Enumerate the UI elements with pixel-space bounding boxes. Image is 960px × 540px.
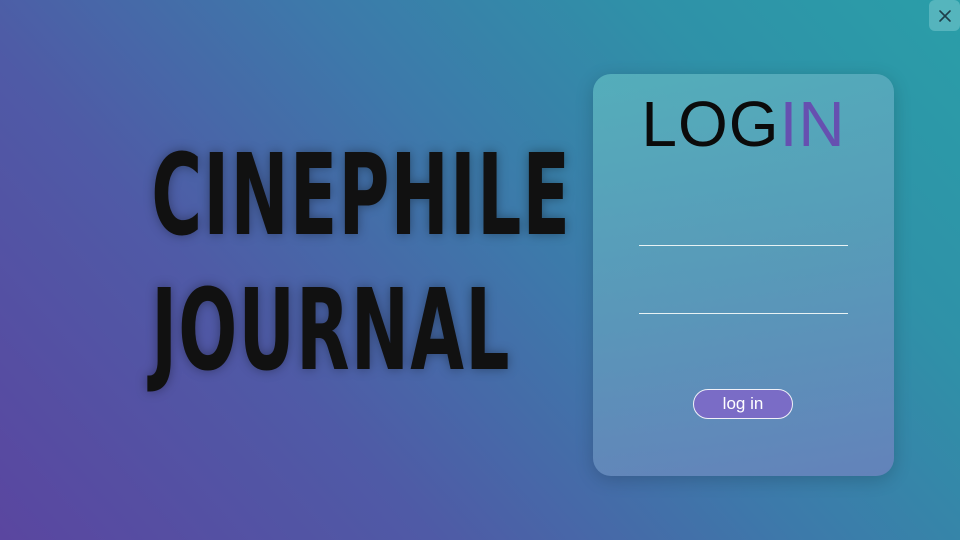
close-button[interactable] <box>929 0 960 31</box>
login-title-part1: LOG <box>641 88 780 160</box>
close-icon <box>938 9 951 22</box>
username-field[interactable] <box>639 216 848 246</box>
login-button[interactable]: log in <box>693 389 793 419</box>
login-title-part2: IN <box>779 88 846 160</box>
brand-line-2: JOURNAL <box>151 266 511 396</box>
password-field[interactable] <box>639 284 848 314</box>
brand-title: CINEPHILE JOURNAL <box>100 130 572 400</box>
login-title: LOGIN <box>593 92 894 156</box>
brand-line-1: CINEPHILE <box>151 131 572 261</box>
login-card: LOGIN log in <box>593 74 894 476</box>
